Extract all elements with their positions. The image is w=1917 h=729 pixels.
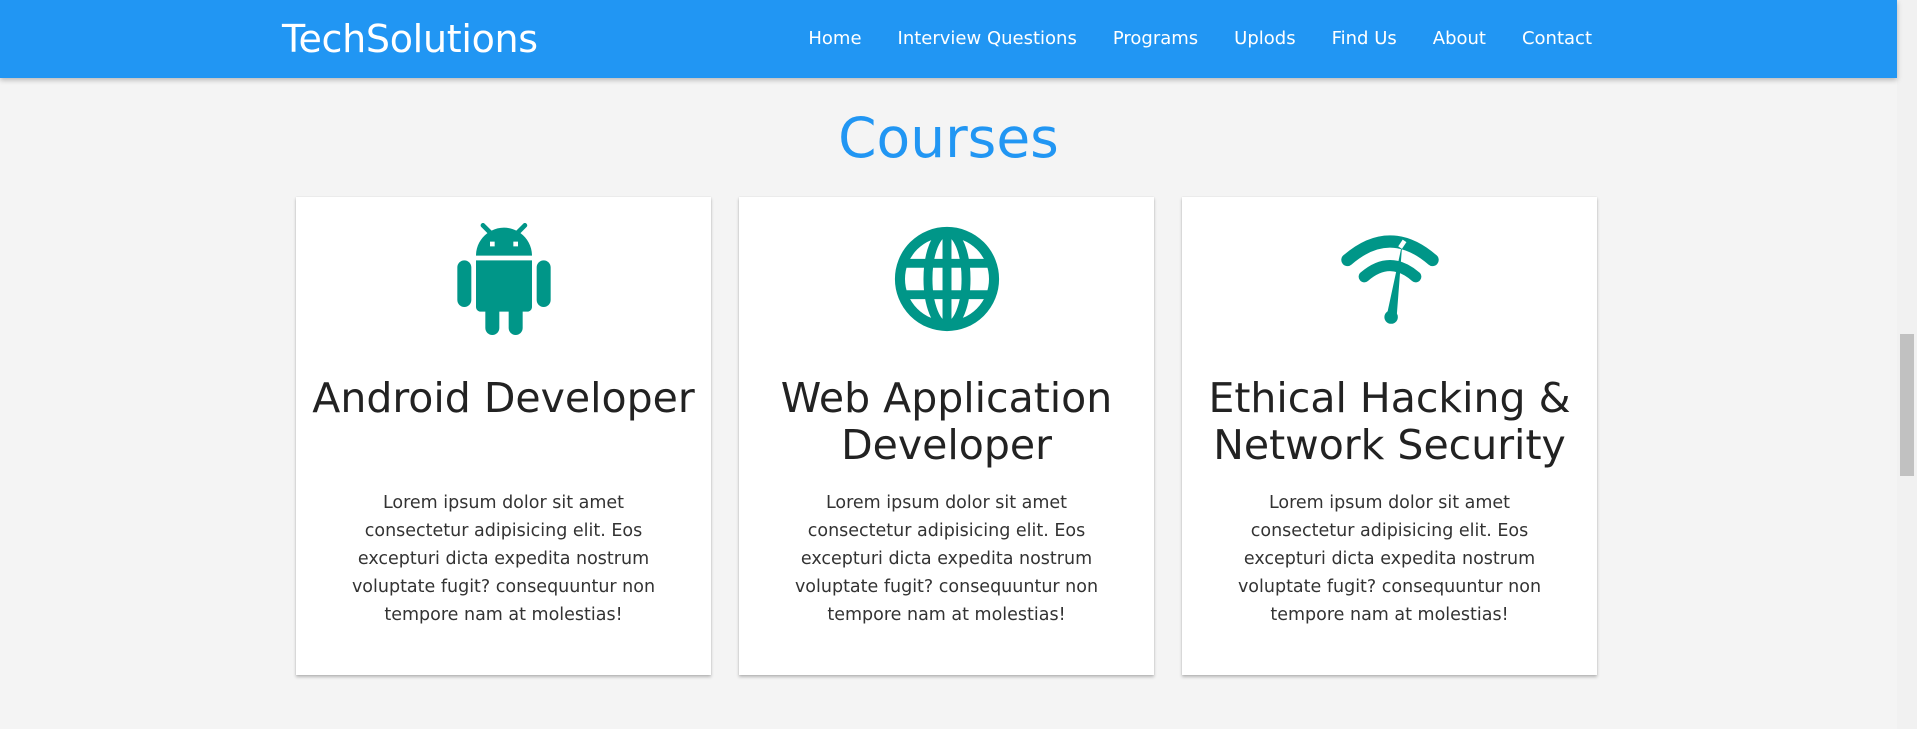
card-text: Lorem ipsum dolor sit amet consectetur a… [1237, 493, 1542, 625]
nav-links: Home Interview Questions Programs Uplods… [790, 0, 1592, 78]
card-text: Lorem ipsum dolor sit amet consectetur a… [794, 493, 1099, 625]
nav-link-programs[interactable]: Programs [1095, 0, 1216, 78]
brand-logo[interactable]: TechSolutions [282, 17, 538, 61]
nav-link-interview-questions[interactable]: Interview Questions [880, 0, 1095, 78]
course-card-web-application: Web Application Developer Lorem ipsum do… [739, 197, 1154, 675]
network-check-icon [1334, 223, 1446, 335]
android-icon [448, 223, 560, 335]
globe-icon [891, 223, 1003, 335]
card-title: Android Developer [312, 374, 695, 422]
top-navbar: TechSolutions Home Interview Questions P… [0, 0, 1897, 78]
section-title: Courses [838, 106, 1059, 170]
card-text: Lorem ipsum dolor sit amet consectetur a… [351, 493, 656, 625]
nav-link-uploads[interactable]: Uplods [1216, 0, 1313, 78]
scrollbar-thumb[interactable] [1900, 334, 1914, 476]
course-card-android: Android Developer Lorem ipsum dolor sit … [296, 197, 711, 675]
nav-link-home[interactable]: Home [790, 0, 879, 78]
nav-link-about[interactable]: About [1415, 0, 1504, 78]
nav-link-contact[interactable]: Contact [1504, 0, 1592, 78]
card-title: Web Application Developer [780, 374, 1113, 469]
course-card-ethical-hacking: Ethical Hacking & Network Security Lorem… [1182, 197, 1597, 675]
nav-link-find-us[interactable]: Find Us [1314, 0, 1415, 78]
card-title: Ethical Hacking & Network Security [1208, 374, 1571, 469]
